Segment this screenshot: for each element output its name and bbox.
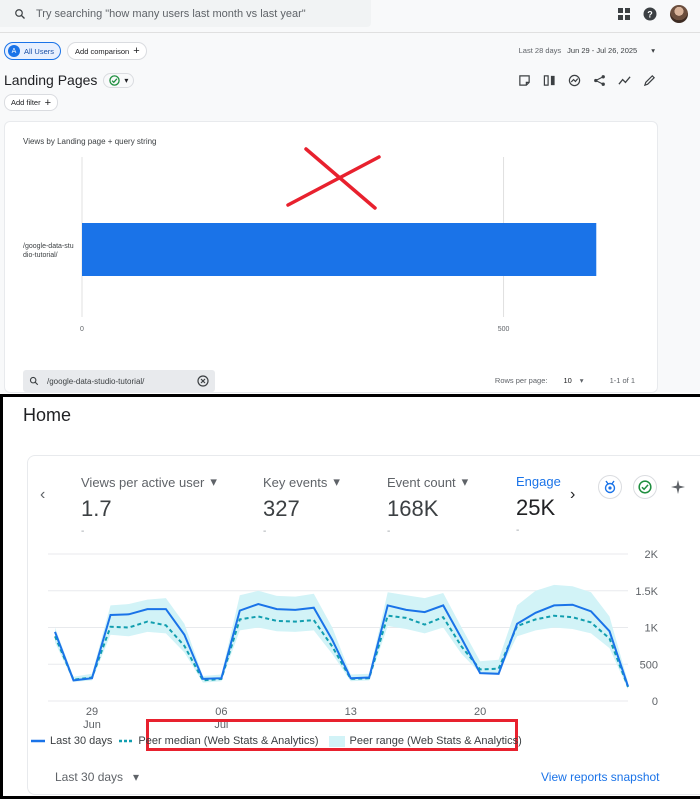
date-range-selector[interactable]: Last 28 days Jun 29 - Jul 26, 2025 ▾ (519, 46, 655, 55)
add-comparison-button[interactable]: Add comparison + (67, 42, 147, 60)
add-filter-button[interactable]: Add filter + (4, 94, 59, 111)
caret-down-icon: ▾ (124, 75, 129, 85)
range-swatch-icon (328, 735, 345, 747)
line-chart: 05001K1.5K2K29Jun06Jul13 20 (48, 549, 659, 731)
x-tick-label: 500 (498, 326, 510, 333)
add-comparison-label: Add comparison (75, 46, 130, 56)
legend-last-30-days: Last 30 days (31, 735, 112, 747)
segment-letter-icon: A (8, 45, 20, 57)
x-tick-label: 13 (345, 706, 357, 718)
plus-icon: + (44, 96, 52, 109)
y-tick-label: 0 (652, 696, 658, 708)
x-tick-month-label: Jun (83, 719, 101, 731)
x-tick-label: 20 (474, 706, 486, 718)
bar-chart: 0 500/google-data-stu dio-tutorial/ (23, 147, 597, 333)
plus-icon: + (133, 45, 140, 57)
chart-legend: Last 30 days Peer median (Web Stats & An… (31, 735, 522, 747)
help-icon[interactable]: ? (643, 7, 657, 21)
y-tick-label: 500 (640, 659, 658, 671)
report-toolbar (518, 74, 656, 87)
home-title: Home (23, 405, 72, 425)
rows-per-page-select[interactable]: 10 (563, 376, 571, 385)
y-tick-label: 2K (645, 549, 659, 561)
rows-per-page-label: Rows per page: (494, 376, 548, 385)
report-title-row: Landing Pages ▾ (4, 72, 135, 88)
bar (82, 223, 597, 276)
insights-icon[interactable] (568, 74, 581, 87)
bar-chart-card: Views by Landing page + query string 0 50… (4, 121, 658, 393)
home-panel: Home ‹ Views per active user ▾ 1.7 - Key … (0, 394, 700, 799)
search-bar[interactable]: Try searching "how many users last month… (0, 0, 371, 27)
add-filter-label: Add filter (11, 98, 41, 107)
table-search-value: /google-data-studio-tutorial/ (47, 376, 145, 386)
solid-line-swatch-icon (31, 739, 45, 743)
caret-down-icon: ▾ (651, 46, 655, 55)
date-range-label: Last 28 days (518, 46, 562, 55)
search-placeholder: Try searching "how many users last month… (36, 7, 306, 20)
all-users-label: All Users (24, 46, 55, 56)
table-pager: Rows per page: 10 ▾ 1-1 of 1 (495, 376, 635, 385)
legend-peer-range: Peer range (Web Stats & Analytics) (328, 735, 522, 747)
page: Try searching "how many users last month… (0, 0, 700, 799)
report-status-dropdown[interactable]: ▾ (103, 72, 135, 88)
header-divider (0, 32, 700, 33)
y-tick-label: 1.5K (635, 586, 658, 598)
category-label: /google-data-stu (23, 243, 74, 250)
all-users-chip[interactable]: A All Users (4, 42, 62, 60)
svg-text:?: ? (647, 10, 653, 20)
top-icons: ? (618, 5, 688, 23)
trend-sparkle-icon[interactable] (618, 74, 631, 87)
category-label: dio-tutorial/ (23, 252, 58, 259)
search-icon (29, 376, 39, 386)
x-tick-label: 06 (215, 706, 227, 718)
edit-pencil-icon[interactable] (643, 74, 656, 87)
page-title: Landing Pages (4, 72, 98, 88)
x-tick-label: 0 (80, 326, 84, 333)
caret-down-icon: ▾ (579, 376, 584, 385)
footer-date-range-label: Last 30 days (55, 770, 124, 784)
dashed-line-swatch-icon (119, 739, 134, 743)
legend-label: Last 30 days (50, 735, 113, 747)
comparison-row: A All Users Add comparison + (4, 42, 147, 60)
search-icon (15, 8, 25, 19)
y-tick-label: 1K (645, 623, 659, 635)
table-search-field[interactable]: /google-data-studio-tutorial/ (23, 370, 215, 392)
view-reports-snapshot-label: View reports snapshot (541, 770, 660, 784)
apps-grid-icon[interactable] (618, 8, 630, 20)
clear-icon[interactable] (197, 375, 209, 387)
date-range-value: Jun 29 - Jul 26, 2025 (567, 46, 638, 55)
caret-down-icon: ▾ (133, 770, 140, 784)
compare-columns-icon[interactable] (543, 74, 556, 87)
check-circle-icon (109, 74, 121, 86)
avatar[interactable] (670, 5, 688, 23)
share-icon[interactable] (593, 74, 606, 87)
peer-range-area (55, 584, 628, 690)
page-info: 1-1 of 1 (609, 376, 635, 385)
legend-label: Peer median (Web Stats & Analytics) (138, 735, 319, 747)
footer-date-range-selector[interactable]: Last 30 days ▾ (55, 770, 139, 784)
annotate-icon[interactable] (518, 74, 531, 87)
landing-pages-panel: Try searching "how many users last month… (0, 0, 700, 393)
x-tick-label: 29 (86, 706, 98, 718)
view-reports-snapshot-link[interactable]: View reports snapshot (541, 770, 660, 784)
legend-peer-median: Peer median (Web Stats & Analytics) (119, 735, 319, 747)
legend-label: Peer range (Web Stats & Analytics) (349, 735, 522, 747)
